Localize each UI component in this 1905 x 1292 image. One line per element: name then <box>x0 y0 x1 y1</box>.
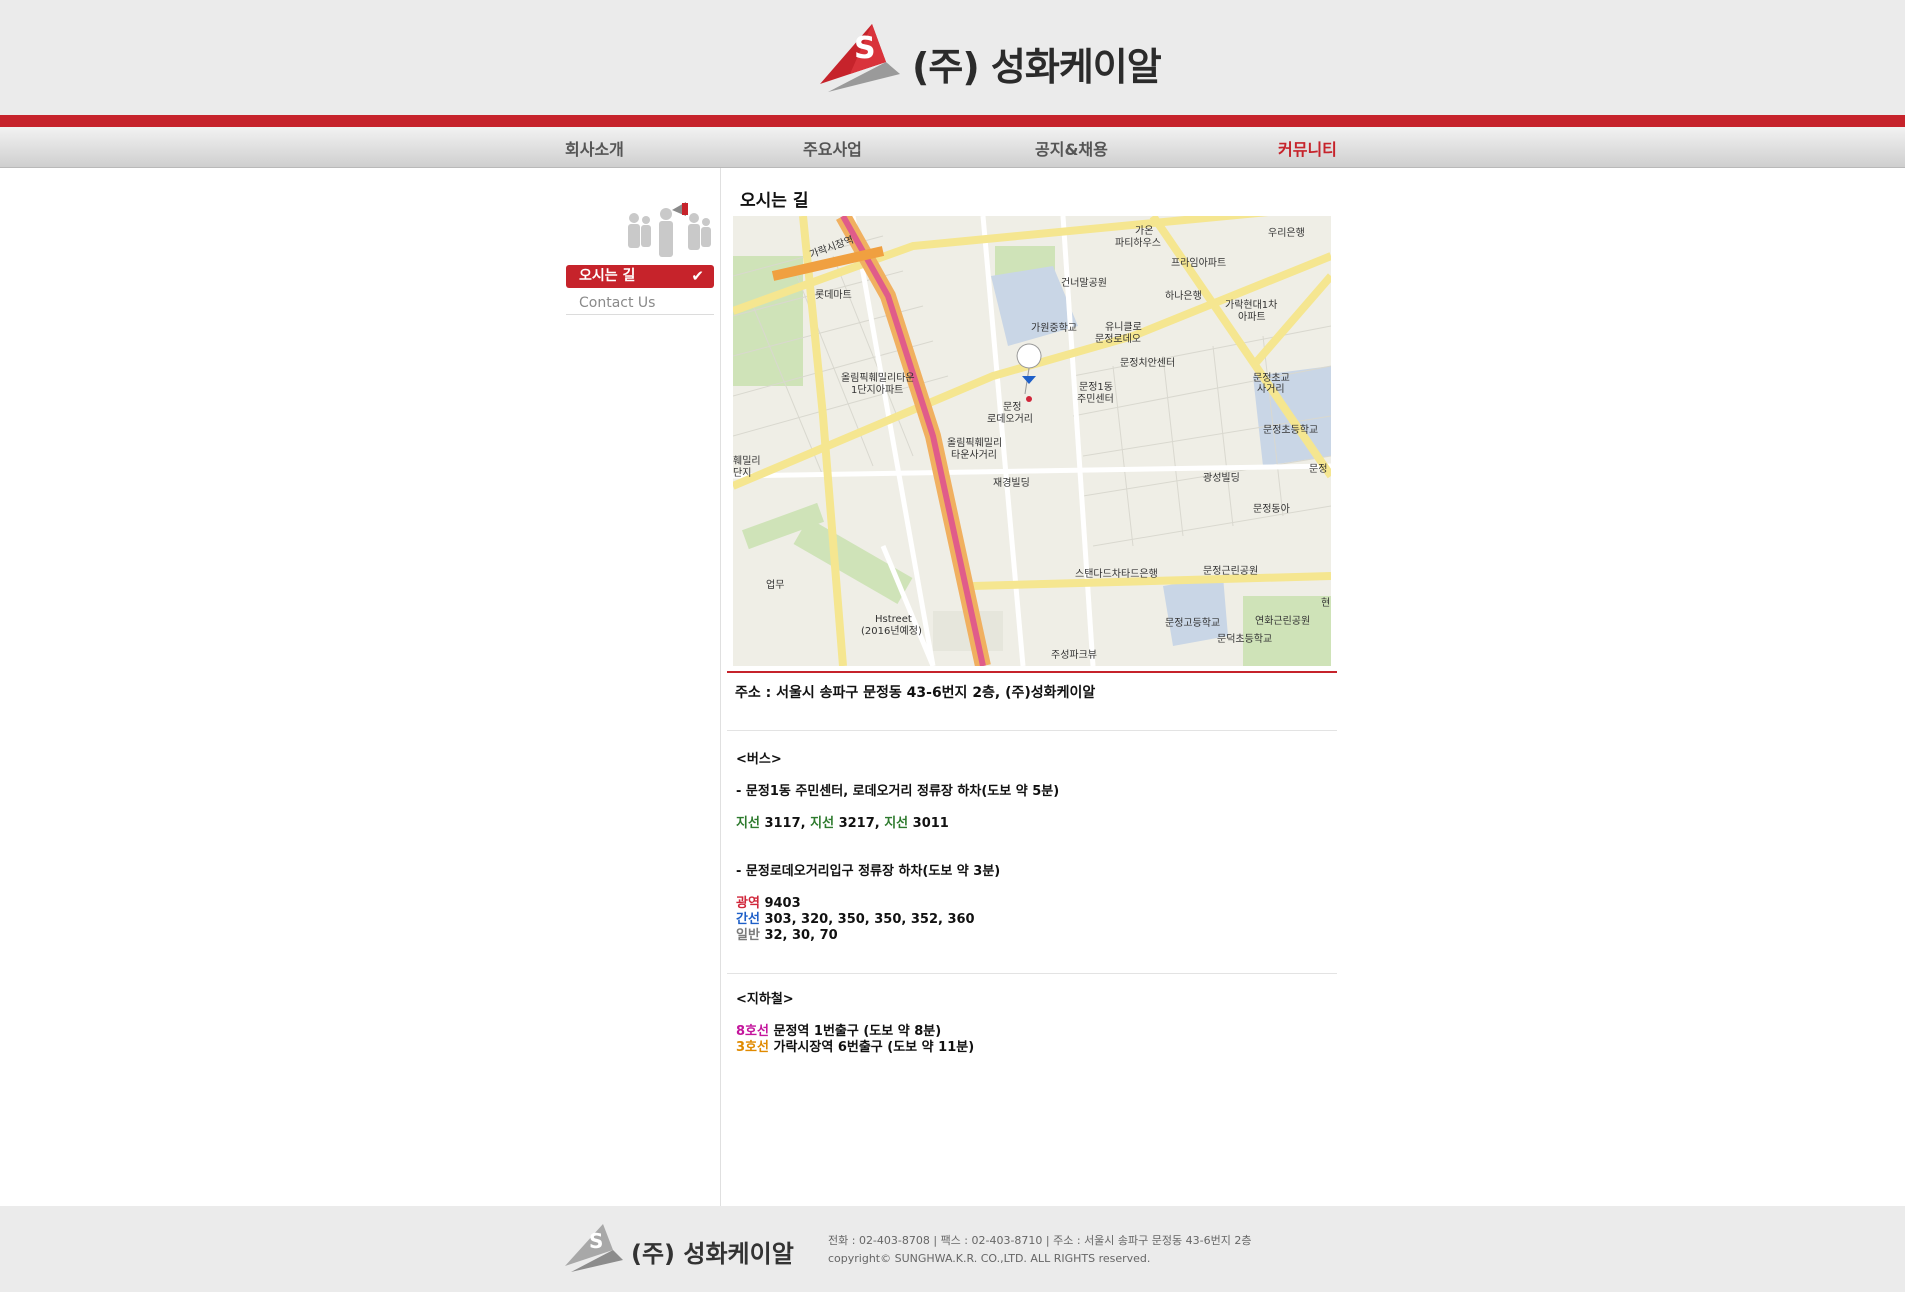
map-label: 문정1동 <box>1079 381 1113 393</box>
route-number: 3117 <box>764 816 801 831</box>
line-type: 일반 <box>736 928 760 943</box>
map-label: 건너말공원 <box>1061 277 1107 289</box>
map-label: 스탠다드차타드은행 <box>1075 568 1158 580</box>
map-label: 문덕초등학교 <box>1217 633 1272 645</box>
map-label: 문정 <box>1309 463 1327 475</box>
map-label: 문정초등학교 <box>1263 424 1318 436</box>
nav-company-intro[interactable]: 회사소개 <box>565 136 624 160</box>
footer-contact-info: 전화 : 02-403-8708 | 팩스 : 02-403-8710 | 주소… <box>828 1234 1252 1247</box>
map-label: 단지 <box>733 467 751 479</box>
map-label: 가락현대1차 <box>1225 299 1277 311</box>
map-label: 올림픽훼밀리타운 <box>841 372 915 384</box>
map-label: 타운사거리 <box>951 449 997 461</box>
route-type: 지선 <box>884 816 909 831</box>
map-label: 업무 <box>766 578 784 591</box>
map-label: 문정로데오 <box>1095 333 1141 345</box>
logo-emblem-icon: S <box>565 1224 623 1272</box>
subway-line-label: 3호선 <box>736 1040 769 1055</box>
map-label: 주민센터 <box>1077 393 1114 405</box>
map-label: 롯데마트 <box>815 289 852 301</box>
footer-logo[interactable]: S (주) 성화케이알 <box>565 1222 794 1272</box>
sidebar-people-illustration <box>620 200 715 265</box>
bus-stop-1-routes: 지선 3117, 지선 3217, 지선 3011 <box>736 812 949 831</box>
map-label: 문정고등학교 <box>1165 617 1220 629</box>
map-label: 연화근린공원 <box>1255 615 1310 627</box>
svg-text:S: S <box>854 31 876 66</box>
map-label: 재경빌딩 <box>993 476 1030 489</box>
map-label: 현 <box>1321 597 1330 609</box>
map-label: 문정초교 <box>1253 372 1290 384</box>
bus-stop-1: - 문정1동 주민센터, 로데오거리 정류장 하차(도보 약 5분) <box>736 784 1060 799</box>
route-number: 3011 <box>912 816 949 831</box>
header-red-bar <box>0 115 1905 127</box>
subway-line-3: 3호선 가락시장역 6번출구 (도보 약 11분) <box>736 1036 974 1055</box>
company-address: 주소 : 서울시 송파구 문정동 43-6번지 2층, (주)성화케이알 <box>735 685 1096 701</box>
section-divider <box>727 973 1337 974</box>
nav-notice-recruit[interactable]: 공지&채용 <box>1035 136 1108 160</box>
checkmark-icon: ✔ <box>691 267 704 285</box>
logo-emblem-icon: S <box>820 24 900 92</box>
subway-line-desc: 가락시장역 6번출구 (도보 약 11분) <box>773 1040 975 1055</box>
map-label: 1단지아파트 <box>851 384 903 396</box>
map-label: 문정동아 <box>1253 503 1290 515</box>
sidebar-item-contact-us[interactable]: Contact Us <box>566 292 714 315</box>
map-label: 문정치안센터 <box>1120 357 1175 369</box>
route-type: 지선 <box>810 816 835 831</box>
bus-stop-2: - 문정로데오거리입구 정류장 하차(도보 약 3분) <box>736 864 1001 879</box>
subway-heading: <지하철> <box>736 992 794 1007</box>
footer-company-name: (주) 성화케이알 <box>631 1240 794 1268</box>
site-header: S (주) 성화케이알 <box>0 0 1905 115</box>
svg-text:S: S <box>589 1229 603 1253</box>
map-label: 사거리 <box>1257 383 1285 395</box>
sidebar-item-label: 오시는 길 <box>579 268 636 284</box>
map-label: 아파트 <box>1238 311 1266 323</box>
map-pin-icon <box>1016 343 1042 402</box>
map-label: 문정 <box>1003 401 1021 413</box>
page-title: 오시는 길 <box>740 191 809 211</box>
route-separator: , <box>800 816 811 831</box>
map-label: 올림픽훼밀리 <box>947 437 1002 449</box>
map-label: Hstreet <box>875 614 912 625</box>
route-type: 지선 <box>736 816 760 831</box>
route-separator: , <box>874 816 885 831</box>
section-divider <box>727 730 1337 731</box>
sidebar-item-directions[interactable]: 오시는 길 ✔ <box>566 265 714 288</box>
company-logo[interactable]: S (주) 성화케이알 <box>820 22 1162 94</box>
nav-community[interactable]: 커뮤니티 <box>1278 136 1337 160</box>
address-divider <box>727 671 1337 673</box>
location-map[interactable]: 가락시장역 롯데마트 가온 파티하우스 우리은행 프라임아파트 건너말공원 하나… <box>733 216 1331 666</box>
map-label: 가온 <box>1135 225 1153 237</box>
people-megaphone-icon <box>628 202 711 257</box>
map-label: (2016년예정) <box>861 625 922 637</box>
main-nav: 회사소개 주요사업 공지&채용 커뮤니티 <box>0 127 1905 168</box>
map-label: 광성빌딩 <box>1203 472 1240 484</box>
map-label: 하나은행 <box>1165 289 1202 302</box>
map-label: 유니클로 <box>1105 321 1142 333</box>
sidebar-item-label: Contact Us <box>579 295 656 311</box>
bus-line-general: 일반 32, 30, 70 <box>736 924 838 943</box>
route-number: 3217 <box>838 816 875 831</box>
bus-heading: <버스> <box>736 752 782 767</box>
footer-copyright: copyright© SUNGHWA.K.R. CO.,LTD. ALL RIG… <box>828 1252 1151 1265</box>
map-label: 파티하우스 <box>1115 236 1161 249</box>
company-name: (주) 성화케이알 <box>912 45 1162 89</box>
map-label: 훼밀리 <box>733 455 761 467</box>
map-label: 로데오거리 <box>987 413 1033 425</box>
map-label: 우리은행 <box>1268 227 1305 239</box>
map-label: 가원중학교 <box>1031 322 1077 334</box>
content-divider <box>720 168 721 1206</box>
site-footer <box>0 1206 1905 1292</box>
nav-main-business[interactable]: 주요사업 <box>803 136 862 160</box>
map-label: 프라임아파트 <box>1171 256 1226 269</box>
map-label: 문정근린공원 <box>1203 565 1258 577</box>
map-label: 주성파크뷰 <box>1051 649 1097 661</box>
line-numbers: 32, 30, 70 <box>764 928 838 943</box>
